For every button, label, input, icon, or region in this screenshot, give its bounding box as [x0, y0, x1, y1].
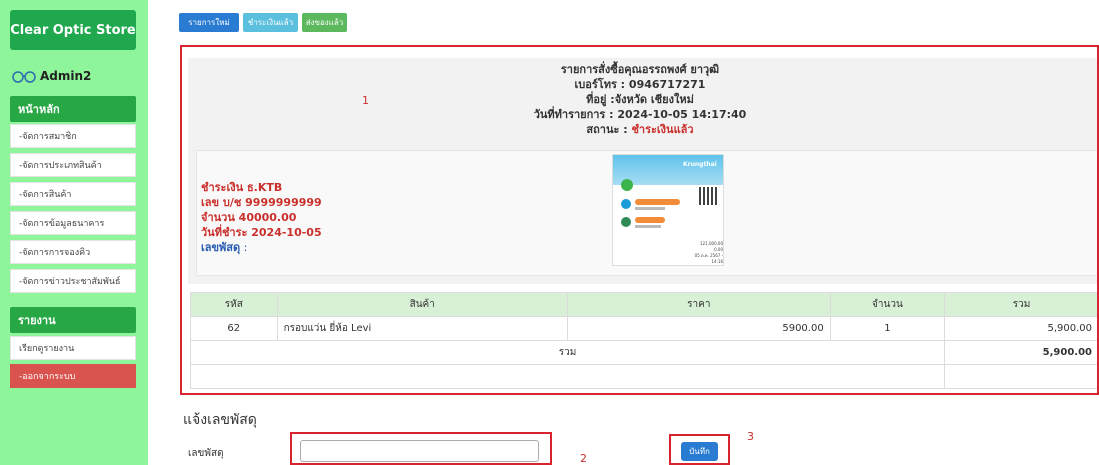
tracking-label: เลขพัสดุ	[188, 448, 224, 459]
annotation-box-1	[180, 45, 1099, 395]
glasses-icon	[12, 71, 36, 83]
tab-new-orders[interactable]: รายการใหม่	[179, 13, 239, 32]
annotation-box-3	[669, 434, 730, 465]
sidebar-item-news[interactable]: -จัดการข่าวประชาสัมพันธ์	[10, 269, 136, 293]
sidebar-section-main[interactable]: หน้าหลัก	[10, 96, 136, 122]
brand-button[interactable]: Clear Optic Store	[10, 10, 136, 50]
annotation-2: 2	[580, 452, 587, 465]
user-name: Admin2	[40, 69, 92, 83]
logout-button[interactable]: -ออกจากระบบ	[10, 364, 136, 388]
sidebar-item-view-report[interactable]: เรียกดูรายงาน	[10, 336, 136, 360]
annotation-box-2	[290, 432, 552, 465]
sidebar-item-bank[interactable]: -จัดการข้อมูลธนาคาร	[10, 211, 136, 235]
sidebar-item-members[interactable]: -จัดการสมาชิก	[10, 124, 136, 148]
tab-paid[interactable]: ชำระเงินแล้ว	[243, 13, 298, 32]
sidebar-item-products[interactable]: -จัดการสินค้า	[10, 182, 136, 206]
sidebar-item-product-types[interactable]: -จัดการประเภทสินค้า	[10, 153, 136, 177]
tab-shipped[interactable]: ส่งของแล้ว	[302, 13, 347, 32]
annotation-3: 3	[747, 430, 754, 443]
sidebar-section-report[interactable]: รายงาน	[10, 307, 136, 333]
sidebar: Clear Optic Store Admin2 หน้าหลัก -จัดกา…	[0, 0, 148, 465]
user-info: Admin2	[10, 66, 91, 86]
tracking-form-title: แจ้งเลขพัสดุ	[183, 412, 257, 428]
sidebar-item-queue[interactable]: -จัดการการจองคิว	[10, 240, 136, 264]
